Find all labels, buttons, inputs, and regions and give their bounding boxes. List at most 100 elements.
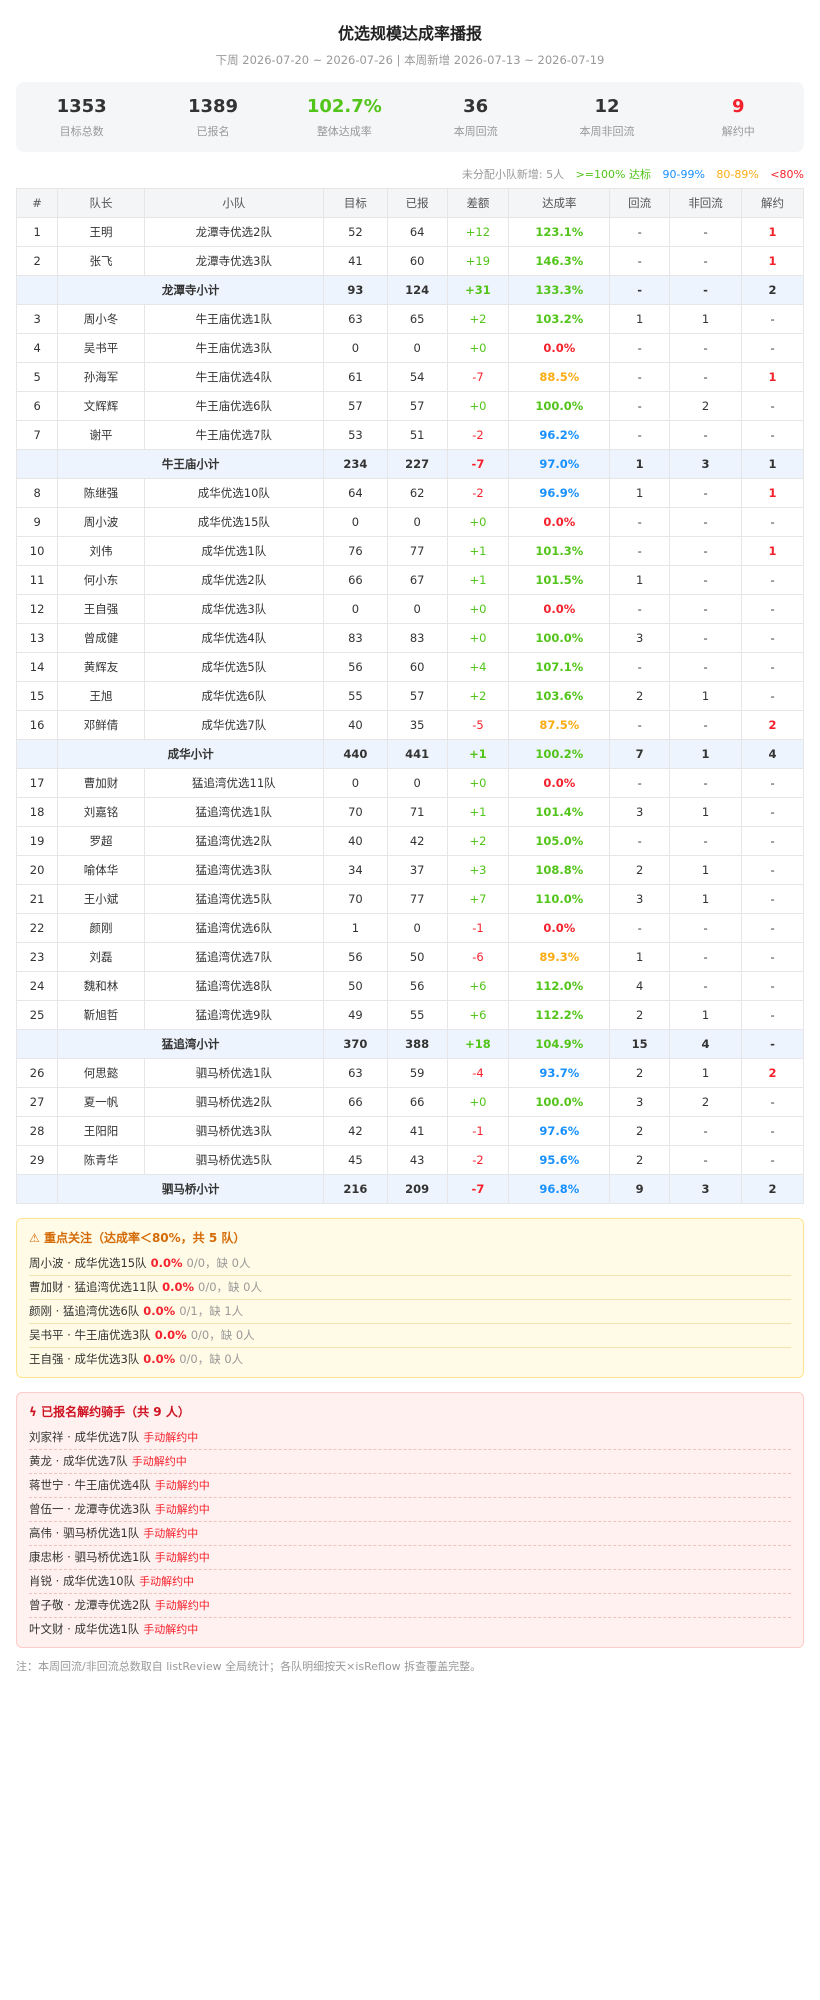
cell-non-reflow: - [669, 913, 743, 943]
cancel-item-name: 曾伍一 · 龙潭寺优选3队 [29, 1502, 151, 1516]
cell-rate: 0.0% [508, 333, 611, 363]
cell-captain: 刘磊 [57, 942, 145, 972]
cancel-panel: ϟ 已报名解约骑手（共 9 人） 刘家祥 · 成华优选7队 手动解约中 黄龙 · 成… [16, 1392, 804, 1648]
cancel-item: 曾子敬 · 龙潭寺优选2队 手动解约中 [29, 1594, 791, 1618]
stat-week-non-reflow: 12 本周非回流 [541, 96, 672, 139]
col-reflow: 回流 [609, 188, 671, 218]
cell-target: 40 [322, 710, 388, 740]
cell-team: 猛追湾优选5队 [143, 884, 324, 914]
focus-item-name: 颜刚 · 猛追湾优选6队 [29, 1304, 140, 1318]
focus-item-detail: 0/0，缺 0人 [198, 1280, 262, 1294]
cell-non-reflow: 4 [669, 1029, 743, 1059]
focus-item-rate: 0.0% [162, 1280, 195, 1294]
cell-team: 成华优选7队 [143, 710, 324, 740]
cell-team: 猛追湾优选7队 [143, 942, 324, 972]
cell-non-reflow: 1 [669, 681, 743, 711]
table-row: 5 孙海军 牛王庙优选4队 61 54 -7 88.5% - -1 [15, 362, 804, 392]
cell-reflow: 2 [609, 1145, 671, 1175]
cell-rate: 100.2% [508, 739, 611, 769]
cell-diff: +2 [446, 826, 510, 856]
cell-signed: 60 [386, 652, 448, 682]
table-row: 8 陈继强 成华优选10队 64 62 -2 96.9% 1-1 [15, 478, 804, 508]
cell-index: 1 [15, 217, 59, 247]
table-row: 10 刘伟 成华优选1队 76 77 +1 101.3% - -1 [15, 536, 804, 566]
cell-cancel: - [741, 913, 804, 943]
cancel-item-name: 蒋世宁 · 牛王庙优选4队 [29, 1478, 151, 1492]
cell-signed: 71 [386, 797, 448, 827]
cell-team: 猛追湾优选9队 [143, 1000, 324, 1030]
subtotal-name: 龙潭寺小计 [57, 275, 324, 305]
cell-rate: 101.4% [508, 797, 611, 827]
cell-team: 驷马桥优选2队 [143, 1087, 324, 1117]
table-row: 21 王小斌 猛追湾优选5队 70 77 +7 110.0% 3 1- [15, 884, 804, 914]
cell-team: 猛追湾优选2队 [143, 826, 324, 856]
cell-cancel: 1 [741, 362, 804, 392]
cell-non-reflow: 1 [669, 1058, 743, 1088]
cell-target: 0 [322, 768, 388, 798]
cell-team: 牛王庙优选3队 [143, 333, 324, 363]
cell-reflow: 1 [609, 478, 671, 508]
cell-diff: +18 [446, 1029, 510, 1059]
cell-captain: 周小冬 [57, 304, 145, 334]
cell-cancel: 1 [741, 246, 804, 276]
col-target: 目标 [322, 188, 388, 218]
cell-index: 21 [15, 884, 59, 914]
cell-index: 2 [15, 246, 59, 276]
cell-rate: 105.0% [508, 826, 611, 856]
cell-rate: 0.0% [508, 768, 611, 798]
cell-captain: 周小波 [57, 507, 145, 537]
cell-non-reflow: - [669, 942, 743, 972]
cell-captain: 靳旭哲 [57, 1000, 145, 1030]
cell-reflow: 3 [609, 884, 671, 914]
cell-diff: +0 [446, 1087, 510, 1117]
cell-team: 成华优选6队 [143, 681, 324, 711]
cell-cancel: 1 [741, 536, 804, 566]
cell-signed: 0 [386, 507, 448, 537]
table-row: 26 何思懿 驷马桥优选1队 63 59 -4 93.7% 2 1 2 [15, 1058, 804, 1088]
cell-cancel: 2 [741, 1058, 804, 1088]
cell-signed: 62 [386, 478, 448, 508]
cell-non-reflow: 3 [669, 1174, 743, 1204]
focus-item-rate: 0.0% [150, 1256, 183, 1270]
cell-team: 成华优选5队 [143, 652, 324, 682]
cell-index: 8 [15, 478, 59, 508]
cell-diff: +6 [446, 971, 510, 1001]
cell-index: 12 [15, 594, 59, 624]
cell-index: 19 [15, 826, 59, 856]
cell-captain: 黄辉友 [57, 652, 145, 682]
cell-rate: 96.9% [508, 478, 611, 508]
subtotal-row: 猛追湾小计 370 388 +18 104.9% 15 4- [15, 1029, 804, 1059]
cell-reflow: - [609, 507, 671, 537]
cell-signed: 43 [386, 1145, 448, 1175]
stat-target-total: 1353 目标总数 [16, 96, 147, 139]
cell-cancel: - [741, 623, 804, 653]
cell-signed: 388 [386, 1029, 448, 1059]
cell-non-reflow: - [669, 768, 743, 798]
focus-panel: ⚠ 重点关注（达成率＜80%，共 5 队） 周小波 · 成华优选15队 0.0% 0… [16, 1218, 804, 1378]
cell-rate: 108.8% [508, 855, 611, 885]
cell-non-reflow: - [669, 652, 743, 682]
cell-captain: 文辉辉 [57, 391, 145, 421]
cell-signed: 0 [386, 768, 448, 798]
cell-cancel: - [741, 333, 804, 363]
cell-team: 成华优选2队 [143, 565, 324, 595]
cell-cancel: - [741, 1000, 804, 1030]
col-captain: 队长 [57, 188, 145, 218]
cell-target: 234 [322, 449, 388, 479]
stat-value: 9 [732, 95, 745, 117]
cancel-item-name: 肖锐 · 成华优选10队 [29, 1574, 136, 1588]
cancel-item: 高伟 · 驷马桥优选1队 手动解约中 [29, 1522, 791, 1546]
cell-diff: -1 [446, 1116, 510, 1146]
cell-captain: 陈继强 [57, 478, 145, 508]
focus-header: ⚠ 重点关注（达成率＜80%，共 5 队） [29, 1229, 791, 1246]
cell-rate: 100.0% [508, 623, 611, 653]
cell-non-reflow: - [669, 217, 743, 247]
cell-captain: 王旭 [57, 681, 145, 711]
subtotal-row: 牛王庙小计 234 227 -7 97.0% 1 3 1 [15, 449, 804, 479]
cell-reflow: - [609, 652, 671, 682]
cell-rate: 146.3% [508, 246, 611, 276]
cell-non-reflow: - [669, 507, 743, 537]
table-row: 13 曾成健 成华优选4队 83 83 +0 100.0% 3- - [15, 623, 804, 653]
cell-reflow: - [609, 420, 671, 450]
cell-target: 64 [322, 478, 388, 508]
